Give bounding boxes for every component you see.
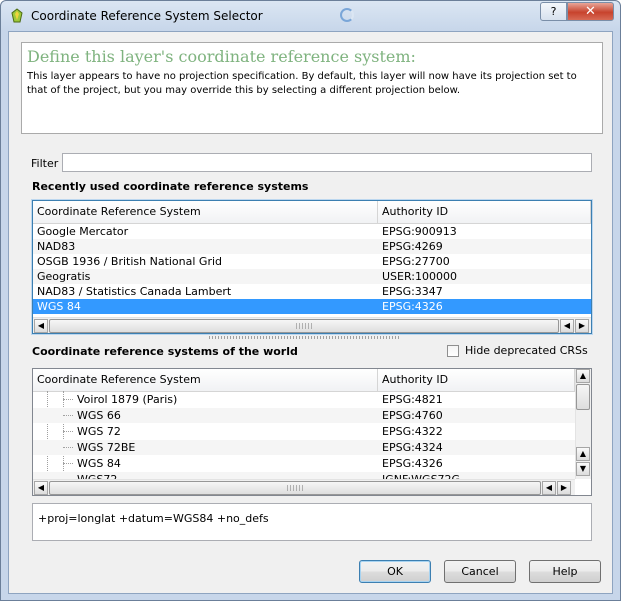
arrow-left-icon: ◀ — [563, 321, 571, 330]
arrow-up-icon: ▲ — [579, 449, 587, 458]
column-header-crs[interactable]: Coordinate Reference System — [33, 201, 378, 223]
filter-label: Filter — [31, 157, 59, 170]
table-row[interactable]: Geogratis USER:100000 — [33, 269, 591, 284]
arrow-right-icon: ▶ — [560, 483, 568, 492]
scroll-thumb[interactable] — [49, 319, 559, 333]
authority-id-cell: EPSG:4760 — [382, 409, 443, 422]
arrow-left-icon: ◀ — [545, 483, 553, 492]
filter-input[interactable] — [62, 153, 592, 172]
authority-id-cell: EPSG:27700 — [382, 255, 450, 268]
world-horizontal-scrollbar[interactable]: ◀ ◀ ▶ — [33, 479, 575, 495]
hide-deprecated-label[interactable]: Hide deprecated CRSs — [465, 344, 588, 357]
table-row[interactable]: NAD83 EPSG:4269 — [33, 239, 591, 254]
arrow-down-icon: ▼ — [579, 464, 587, 473]
column-header-authority-id[interactable]: Authority ID — [378, 369, 575, 391]
table-row-selected[interactable]: WGS 84 EPSG:4326 — [33, 299, 591, 314]
arrow-right-icon: ▶ — [578, 321, 586, 330]
grip-icon — [296, 323, 312, 329]
scroll-up-button[interactable]: ▲ — [576, 369, 590, 383]
grip-icon — [287, 485, 303, 491]
tree-item[interactable]: WGS 72BE EPSG:4324 — [33, 440, 575, 455]
arrow-up-icon: ▲ — [579, 371, 587, 380]
authority-id-cell: EPSG:3347 — [382, 285, 443, 298]
world-crs-tree[interactable]: Coordinate Reference System Authority ID… — [32, 368, 592, 496]
scroll-up-button[interactable]: ▲ — [576, 447, 590, 461]
arrow-left-icon: ◀ — [37, 321, 45, 330]
table-row[interactable]: Google Mercator EPSG:900913 — [33, 224, 591, 239]
tree-branch — [63, 399, 73, 400]
header-title: Define this layer's coordinate reference… — [27, 47, 416, 66]
column-header-crs[interactable]: Coordinate Reference System — [33, 369, 378, 391]
header-panel: Define this layer's coordinate reference… — [21, 42, 603, 134]
crs-name-cell: NAD83 — [37, 240, 76, 253]
recent-horizontal-scrollbar[interactable]: ◀ ◀ ▶ — [33, 317, 591, 333]
crs-name-cell: WGS 66 — [77, 409, 121, 422]
authority-id-cell: EPSG:4322 — [382, 425, 443, 438]
crs-name-cell: Voirol 1879 (Paris) — [77, 393, 178, 406]
arrow-left-icon: ◀ — [37, 483, 45, 492]
crs-name-cell: NAD83 / Statistics Canada Lambert — [37, 285, 232, 298]
crs-name-cell: Geogratis — [37, 270, 91, 283]
busy-spinner-icon — [340, 8, 354, 22]
scroll-left-button[interactable]: ◀ — [542, 481, 556, 495]
world-table-header: Coordinate Reference System Authority ID — [33, 369, 575, 392]
crs-name-cell: OSGB 1936 / British National Grid — [37, 255, 223, 268]
cancel-button[interactable]: Cancel — [444, 560, 516, 583]
recent-crs-table[interactable]: Coordinate Reference System Authority ID… — [32, 200, 592, 334]
tree-branch — [63, 415, 73, 416]
crs-name-cell: WGS 72BE — [77, 441, 136, 454]
authority-id-cell: EPSG:4326 — [382, 300, 443, 313]
crs-name-cell: WGS 84 — [77, 457, 121, 470]
scroll-left-button[interactable]: ◀ — [560, 319, 574, 333]
authority-id-cell: EPSG:4326 — [382, 457, 443, 470]
tree-item[interactable]: WGS 66 EPSG:4760 — [33, 408, 575, 423]
world-vertical-scrollbar[interactable]: ▲ ▲ ▼ — [575, 369, 591, 479]
tree-item[interactable]: WGS 72 EPSG:4322 — [33, 424, 575, 439]
scroll-thumb[interactable] — [49, 481, 541, 495]
authority-id-cell: EPSG:4821 — [382, 393, 443, 406]
header-description: This layer appears to have no projection… — [27, 71, 577, 96]
authority-id-cell: EPSG:4324 — [382, 441, 443, 454]
tree-branch — [63, 431, 73, 432]
table-row[interactable]: NAD83 / Statistics Canada Lambert EPSG:3… — [33, 284, 591, 299]
crs-name-cell: WGS 84 — [37, 300, 81, 313]
close-icon: ✕ — [585, 4, 596, 19]
recent-table-header: Coordinate Reference System Authority ID — [33, 201, 591, 224]
close-button[interactable]: ✕ — [567, 2, 614, 21]
title-bar[interactable]: Coordinate Reference System Selector ? ✕ — [1, 1, 620, 31]
tree-branch — [63, 463, 73, 464]
authority-id-cell: EPSG:4269 — [382, 240, 443, 253]
splitter-handle[interactable] — [209, 336, 399, 339]
scroll-thumb[interactable] — [576, 384, 590, 410]
authority-id-cell: USER:100000 — [382, 270, 457, 283]
title-help-button[interactable]: ? — [540, 2, 567, 21]
proj-string-box[interactable]: +proj=longlat +datum=WGS84 +no_defs — [32, 503, 592, 541]
tree-item[interactable]: Voirol 1879 (Paris) EPSG:4821 — [33, 392, 575, 407]
world-crs-title: Coordinate reference systems of the worl… — [32, 345, 298, 358]
scroll-down-button[interactable]: ▼ — [576, 462, 590, 476]
scroll-left-button[interactable]: ◀ — [34, 319, 48, 333]
crs-selector-dialog: Coordinate Reference System Selector ? ✕… — [0, 0, 621, 601]
help-icon: ? — [550, 5, 557, 18]
recent-crs-title: Recently used coordinate reference syste… — [32, 180, 309, 193]
ok-button[interactable]: OK — [359, 560, 431, 583]
hide-deprecated-checkbox[interactable] — [447, 345, 459, 357]
authority-id-cell: EPSG:900913 — [382, 225, 457, 238]
qgis-app-icon — [11, 8, 23, 23]
tree-item[interactable]: WGS 84 EPSG:4326 — [33, 456, 575, 471]
scroll-right-button[interactable]: ▶ — [557, 481, 571, 495]
window-title: Coordinate Reference System Selector — [31, 9, 263, 23]
column-header-authority-id[interactable]: Authority ID — [378, 201, 591, 223]
help-button[interactable]: Help — [529, 560, 601, 583]
tree-branch — [63, 447, 73, 448]
proj-string: +proj=longlat +datum=WGS84 +no_defs — [38, 512, 269, 525]
scroll-right-button[interactable]: ▶ — [575, 319, 589, 333]
crs-name-cell: WGS 72 — [77, 425, 121, 438]
scroll-left-button[interactable]: ◀ — [34, 481, 48, 495]
dialog-body: Define this layer's coordinate reference… — [8, 31, 613, 594]
crs-name-cell: Google Mercator — [37, 225, 129, 238]
table-row[interactable]: OSGB 1936 / British National Grid EPSG:2… — [33, 254, 591, 269]
